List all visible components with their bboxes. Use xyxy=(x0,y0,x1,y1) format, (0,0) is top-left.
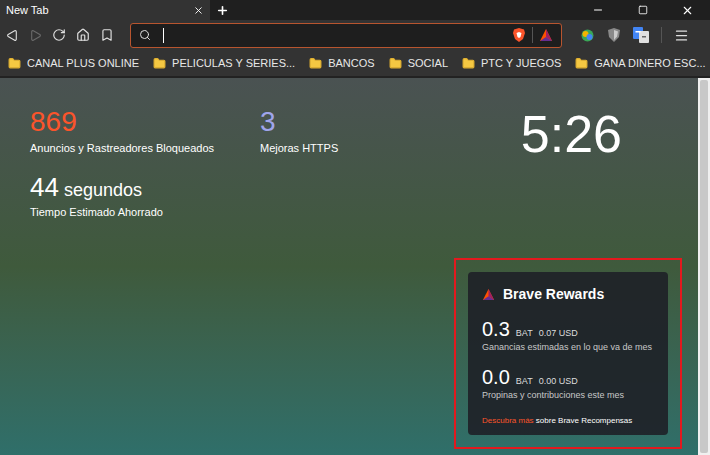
toolbar xyxy=(0,20,710,50)
bat-triangle-icon xyxy=(482,288,495,301)
brave-lion-icon[interactable] xyxy=(512,27,526,43)
tab-label: New Tab xyxy=(6,2,49,19)
back-icon xyxy=(6,29,19,42)
background-photo: 869Anuncios y Rastreadores Bloqueados3Me… xyxy=(0,78,698,455)
bookmark-folder[interactable]: CANAL PLUS ONLINE xyxy=(8,55,139,72)
folder-icon xyxy=(309,57,322,70)
rewards-highlight: Brave Rewards 0.3BAT0.07 USDGanancias est… xyxy=(454,258,682,449)
new-tab-page: 869Anuncios y Rastreadores Bloqueados3Me… xyxy=(0,78,710,455)
folder-icon xyxy=(575,57,588,70)
window-controls xyxy=(575,0,710,20)
bookmark-icon[interactable] xyxy=(100,28,114,42)
scrollbar[interactable] xyxy=(698,78,710,455)
stat: 869Anuncios y Rastreadores Bloqueados xyxy=(30,104,260,157)
bat-triangle-icon xyxy=(539,28,553,42)
scrollbar-thumb[interactable] xyxy=(700,80,708,453)
menu-icon[interactable] xyxy=(674,28,689,43)
bookmark-folder[interactable]: GANA DINERO ESC... xyxy=(575,55,705,72)
tab[interactable]: New Tab xyxy=(0,0,210,20)
rewards-card[interactable]: Brave Rewards 0.3BAT0.07 USDGanancias est… xyxy=(468,272,668,435)
title-bar: New Tab xyxy=(0,0,710,20)
bookmark-folder[interactable]: BANCOS xyxy=(309,55,374,72)
extension-icon[interactable] xyxy=(580,28,595,43)
folder-icon xyxy=(389,57,402,70)
folder-icon xyxy=(8,57,21,70)
browser-window: New Tab CANAL PLUS ONLINE PELICULAS Y SERI… xyxy=(0,0,710,455)
close-tab-icon[interactable] xyxy=(193,5,204,16)
reload-icon[interactable] xyxy=(52,28,66,42)
address-bar[interactable] xyxy=(130,23,562,48)
maximize-icon xyxy=(638,5,648,15)
rewards-link[interactable]: Descubra más xyxy=(482,416,534,425)
ublock-shield-icon[interactable] xyxy=(607,27,621,43)
translate-icon[interactable] xyxy=(633,27,649,43)
bookmark-folder[interactable]: PTC Y JUEGOS xyxy=(462,55,561,72)
rewards-title: Brave Rewards xyxy=(503,284,604,305)
folder-icon xyxy=(462,57,475,70)
stats: 869Anuncios y Rastreadores Bloqueados3Me… xyxy=(30,104,490,220)
minimize-icon xyxy=(592,4,604,16)
forward-icon xyxy=(29,29,42,42)
text-cursor xyxy=(163,28,164,43)
folder-icon xyxy=(153,57,166,70)
back-button[interactable] xyxy=(6,29,19,42)
forward-button[interactable] xyxy=(29,29,42,42)
bookmark-folder[interactable]: SOCIAL xyxy=(389,55,448,72)
rewards-row: 0.3BAT0.07 USDGanancias estimadas en lo … xyxy=(482,317,654,353)
maximize-button[interactable] xyxy=(620,5,665,15)
minimize-button[interactable] xyxy=(575,4,620,16)
clock: 5:26 xyxy=(521,104,622,220)
bookmarks-bar: CANAL PLUS ONLINE PELICULAS Y SERIES... BA… xyxy=(0,50,710,78)
bookmark-folder[interactable]: PELICULAS Y SERIES... xyxy=(153,55,295,72)
plus-icon xyxy=(216,4,229,17)
close-icon xyxy=(681,4,694,17)
home-icon[interactable] xyxy=(76,28,90,42)
search-icon xyxy=(139,29,151,41)
time-saved: 44segundosTiempo Estimado Ahorrado xyxy=(30,171,490,221)
close-button[interactable] xyxy=(665,4,710,17)
rewards-row: 0.0BAT0.00 USDPropinas y contribuciones … xyxy=(482,365,654,401)
stat: 3Mejoras HTTPS xyxy=(260,104,490,157)
new-tab-button[interactable] xyxy=(210,0,234,20)
